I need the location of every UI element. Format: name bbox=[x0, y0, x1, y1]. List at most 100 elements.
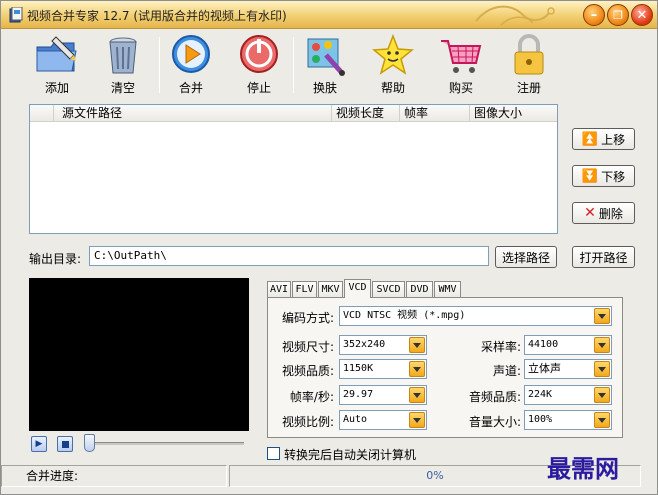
tab-dvd[interactable]: DVD bbox=[406, 281, 433, 298]
skin-palette-icon bbox=[307, 38, 345, 76]
column-header-blank[interactable] bbox=[30, 105, 54, 122]
help-star-icon bbox=[372, 33, 414, 75]
dropdown-arrow-icon bbox=[594, 412, 610, 428]
video-size-value: 352x240 bbox=[343, 339, 386, 350]
progress-label-box: 合并进度: bbox=[1, 465, 227, 487]
channel-value: 立体声 bbox=[528, 362, 561, 375]
video-quality-value: 1150K bbox=[343, 363, 374, 374]
tab-wmv[interactable]: WMV bbox=[434, 281, 461, 298]
close-button[interactable]: ✕ bbox=[631, 4, 653, 26]
move-down-button[interactable]: ⏬ 下移 bbox=[572, 165, 635, 187]
aspect-value: Auto bbox=[343, 414, 368, 425]
column-header-fps[interactable]: 帧率 bbox=[400, 105, 470, 122]
stop-icon bbox=[240, 35, 278, 73]
toolbar: 添加 清空 合并 停止 换肤 帮助 购买 注册 bbox=[1, 29, 657, 99]
play-icon bbox=[172, 35, 210, 73]
clear-label: 清空 bbox=[110, 81, 135, 95]
skin-button[interactable]: 换肤 bbox=[295, 33, 355, 97]
folder-add-icon bbox=[36, 36, 77, 72]
restore-icon: ❐ bbox=[613, 8, 623, 22]
shutdown-label: 转换完后自动关闭计算机 bbox=[284, 448, 417, 462]
red-x-icon: ✕ bbox=[584, 205, 596, 221]
title-ornament bbox=[475, 5, 555, 26]
fps-value: 29.97 bbox=[343, 389, 374, 400]
sample-rate-label: 采样率: bbox=[480, 340, 521, 354]
video-quality-select[interactable]: 1150K bbox=[339, 359, 427, 379]
add-button[interactable]: 添加 bbox=[27, 33, 87, 97]
channel-label: 声道: bbox=[492, 364, 521, 378]
audio-quality-select[interactable]: 224K bbox=[524, 385, 612, 405]
seek-slider-track[interactable] bbox=[89, 442, 244, 445]
close-icon: ✕ bbox=[636, 7, 648, 23]
settings-panel: 编码方式: VCD NTSC 视频 (*.mpg) 视频尺寸: 352x240 … bbox=[267, 297, 623, 438]
shutdown-checkbox[interactable] bbox=[267, 447, 280, 460]
title-bar[interactable]: 视频合并专家 12.7 (试用版合并的视频上有水印) – ❐ ✕ bbox=[1, 1, 657, 29]
dropdown-arrow-icon bbox=[594, 387, 610, 403]
move-down-label: 下移 bbox=[601, 169, 626, 184]
stop-label: 停止 bbox=[246, 81, 271, 95]
column-header-path[interactable]: 源文件路径 bbox=[54, 105, 332, 122]
column-header-size[interactable]: 图像大小 bbox=[470, 105, 557, 122]
register-label: 注册 bbox=[516, 81, 541, 95]
encoding-select[interactable]: VCD NTSC 视频 (*.mpg) bbox=[339, 306, 612, 326]
add-label: 添加 bbox=[44, 81, 69, 95]
dropdown-arrow-icon bbox=[409, 337, 425, 353]
help-label: 帮助 bbox=[380, 81, 405, 95]
watermark-logo: 最需网 bbox=[547, 454, 619, 483]
tab-avi[interactable]: AVI bbox=[267, 281, 291, 298]
delete-button[interactable]: ✕ 删除 bbox=[572, 202, 635, 224]
help-button[interactable]: 帮助 bbox=[363, 33, 423, 97]
video-preview bbox=[29, 278, 249, 431]
minimize-icon: – bbox=[590, 7, 598, 23]
double-up-arrow-icon: ⏫ bbox=[581, 131, 599, 147]
tab-svcd[interactable]: SVCD bbox=[372, 281, 405, 298]
audio-quality-value: 224K bbox=[528, 389, 553, 400]
encoding-label: 编码方式: bbox=[281, 311, 334, 325]
double-down-arrow-icon: ⏬ bbox=[581, 168, 599, 184]
aspect-label: 视频比例: bbox=[281, 415, 334, 429]
app-icon bbox=[9, 7, 23, 23]
channel-select[interactable]: 立体声 bbox=[524, 359, 612, 379]
register-button[interactable]: 注册 bbox=[499, 33, 559, 97]
buy-button[interactable]: 购买 bbox=[431, 33, 491, 97]
restore-button[interactable]: ❐ bbox=[607, 4, 629, 26]
clear-button[interactable]: 清空 bbox=[93, 33, 153, 97]
fps-select[interactable]: 29.97 bbox=[339, 385, 427, 405]
move-up-button[interactable]: ⏫ 上移 bbox=[572, 128, 635, 150]
output-dir-label: 输出目录: bbox=[29, 252, 82, 266]
video-size-label: 视频尺寸: bbox=[281, 340, 334, 354]
play-button[interactable]: ▶ bbox=[31, 436, 47, 452]
move-up-label: 上移 bbox=[601, 132, 626, 147]
skin-label: 换肤 bbox=[312, 81, 337, 95]
progress-percent: 0% bbox=[426, 469, 444, 482]
tab-flv[interactable]: FLV bbox=[292, 281, 317, 298]
buy-label: 购买 bbox=[448, 81, 473, 95]
volume-value: 100% bbox=[528, 414, 553, 425]
open-path-button[interactable]: 打开路径 bbox=[572, 246, 635, 268]
open-path-label: 打开路径 bbox=[579, 250, 628, 265]
dropdown-arrow-icon bbox=[409, 412, 425, 428]
stop-button[interactable]: 停止 bbox=[229, 33, 289, 97]
tab-vcd[interactable]: VCD bbox=[344, 279, 371, 298]
video-quality-label: 视频品质: bbox=[281, 364, 334, 378]
column-header-duration[interactable]: 视频长度 bbox=[332, 105, 400, 122]
aspect-select[interactable]: Auto bbox=[339, 410, 427, 430]
merge-button[interactable]: 合并 bbox=[161, 33, 221, 97]
output-path-field[interactable]: C:\OutPath\ bbox=[89, 246, 489, 266]
minimize-button[interactable]: – bbox=[583, 4, 605, 26]
tab-mkv[interactable]: MKV bbox=[318, 281, 343, 298]
sample-rate-select[interactable]: 44100 bbox=[524, 335, 612, 355]
shopping-cart-icon bbox=[441, 40, 482, 73]
dropdown-arrow-icon bbox=[409, 361, 425, 377]
choose-path-label: 选择路径 bbox=[501, 250, 550, 265]
volume-select[interactable]: 100% bbox=[524, 410, 612, 430]
main-window: 视频合并专家 12.7 (试用版合并的视频上有水印) – ❐ ✕ 添加 清空 合… bbox=[0, 0, 658, 495]
audio-quality-label: 音频品质: bbox=[468, 390, 521, 404]
video-size-select[interactable]: 352x240 bbox=[339, 335, 427, 355]
file-list[interactable]: 源文件路径 视频长度 帧率 图像大小 bbox=[29, 104, 558, 234]
lock-icon bbox=[514, 34, 544, 75]
seek-slider-thumb[interactable] bbox=[84, 434, 95, 452]
window-title: 视频合并专家 12.7 (试用版合并的视频上有水印) bbox=[27, 9, 287, 23]
choose-path-button[interactable]: 选择路径 bbox=[495, 246, 557, 268]
stop-preview-button[interactable] bbox=[57, 436, 73, 452]
